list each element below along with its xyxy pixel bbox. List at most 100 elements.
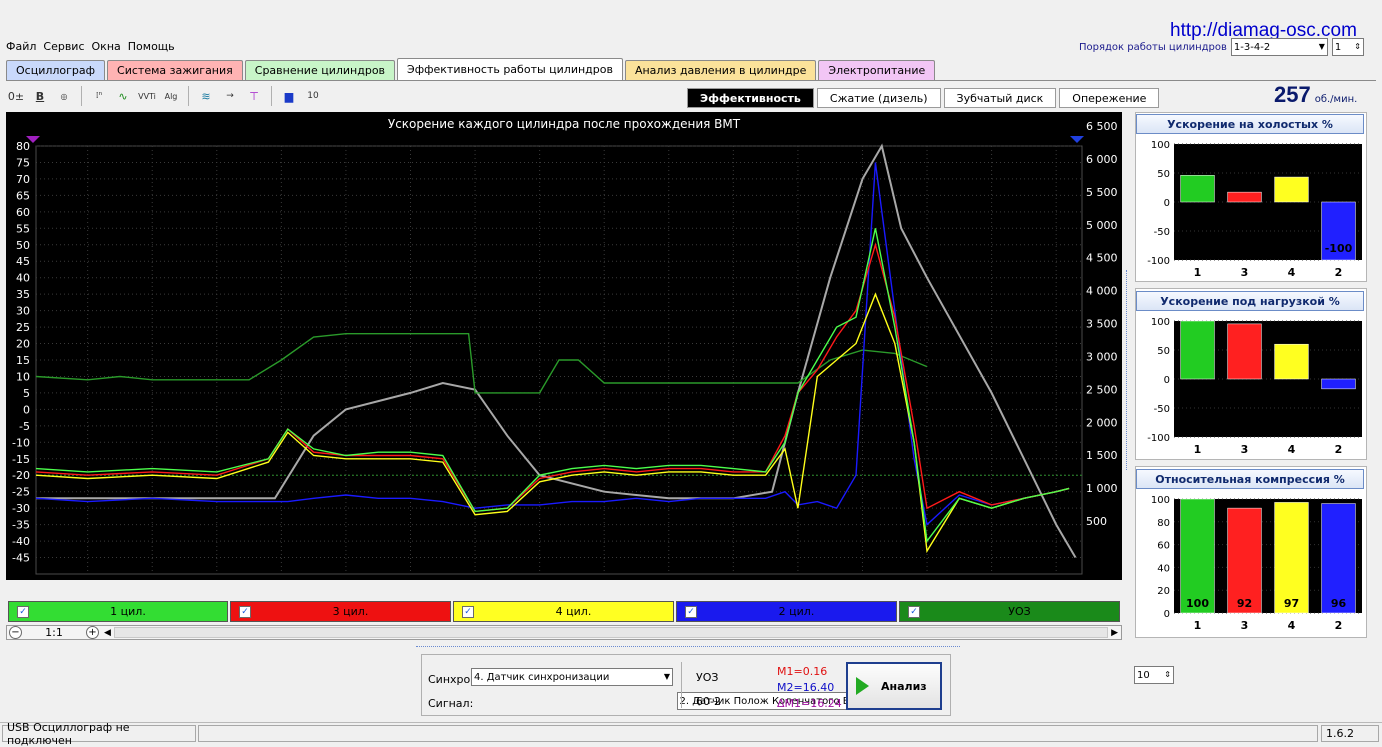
y-right-tick-label: 5 500 (1086, 186, 1118, 199)
bar-1 (1180, 498, 1215, 614)
bar-y-tick: -50 (1154, 404, 1170, 415)
cylinder-numbers-icon[interactable]: ⁞ⁿ (89, 86, 109, 106)
y-left-tick-label: -10 (12, 436, 30, 449)
sync-select[interactable]: 4. Датчик синхронизации ▼ (471, 668, 673, 686)
zoom-in-icon[interactable]: + (86, 626, 99, 639)
x-tick-label: 4 (278, 579, 285, 580)
zero-offset-icon[interactable]: 0± (6, 86, 26, 106)
y-right-tick-label: 4 500 (1086, 252, 1118, 265)
wave-green-icon[interactable]: ∿ (113, 86, 133, 106)
bar-4 (1274, 176, 1309, 203)
efficiency-chart[interactable]: 80 75 70 65 60 55 50 45 40 35 30 25 20 15 10 5 0 -5 -10 -15… (6, 112, 1122, 592)
bar-category-label: 2 (1335, 619, 1343, 632)
legend-cyl-1[interactable]: ✓ 1 цил. (8, 601, 228, 622)
bar-y-tick: 100 (1151, 495, 1170, 506)
zoom-out-icon[interactable]: − (9, 626, 22, 639)
y-left-tick-label: -20 (12, 469, 30, 482)
subtab-tooth-disk[interactable]: Зубчатый диск (943, 88, 1057, 108)
y-left-tick-label: 35 (16, 288, 30, 301)
bar-2 (1321, 378, 1356, 390)
menu-windows[interactable]: Окна (92, 40, 121, 56)
cylinder-spinner[interactable]: 1 ⇕ (1331, 38, 1364, 56)
bar-y-tick: 40 (1157, 563, 1170, 574)
side-splitter-handle[interactable] (1126, 270, 1132, 470)
analyze-button[interactable]: Анализ (846, 662, 942, 710)
checkbox-checked-icon[interactable]: ✓ (908, 605, 920, 618)
ten-icon[interactable]: 10 (303, 86, 323, 106)
horizontal-scrollbar[interactable] (113, 627, 1109, 638)
y-left-tick-label: -30 (12, 502, 30, 515)
menu-bar: Файл Сервис Окна Помощь (6, 40, 175, 56)
rpm-readout: 257 об./мин. (1274, 82, 1357, 108)
legend-label: 2 цил. (778, 605, 815, 618)
subtab-advance[interactable]: Опережение (1059, 88, 1160, 108)
bar-y-tick: 20 (1157, 586, 1170, 597)
bar-value-label: -100 (1325, 242, 1353, 255)
x-tick-label: 5 (342, 579, 349, 580)
chart-series (35, 143, 1077, 559)
legend-cyl-4[interactable]: ✓ 4 цил. (453, 601, 674, 622)
subtab-efficiency[interactable]: Эффективность (687, 88, 814, 108)
legend-cyl-2[interactable]: ✓ 2 цил. (676, 601, 897, 622)
markers-icon[interactable]: ⊤ (244, 86, 264, 106)
y-left-tick-label: 0 (23, 403, 30, 416)
tab-cylinder-efficiency[interactable]: Эффективность работы цилиндров (397, 58, 623, 80)
tab-oscilloscope[interactable]: Осциллограф (6, 60, 106, 80)
legend-label: УОЗ (1008, 605, 1031, 618)
filter-icon[interactable]: ≋ (196, 86, 216, 106)
bar-category-label: 3 (1241, 266, 1249, 279)
uoz-label: УОЗ (696, 671, 719, 684)
bar-y-tick: -100 (1147, 433, 1170, 444)
x-tick-label: 11 (726, 579, 740, 580)
subtab-compression-diesel[interactable]: Сжатие (дизель) (816, 88, 941, 108)
scroll-right-icon[interactable]: ▶ (1111, 628, 1118, 638)
checkbox-checked-icon[interactable]: ✓ (462, 605, 474, 618)
tab-pressure-analysis[interactable]: Анализ давления в цилиндре (624, 60, 817, 80)
bold-b-icon[interactable]: B (30, 86, 50, 106)
y-left-tick-label: 70 (16, 173, 30, 186)
firing-order-select[interactable]: 1-3-4-2 ▼ (1230, 38, 1328, 56)
spinner-arrows-icon: ⇕ (1164, 670, 1171, 679)
bar-category-label: 1 (1194, 619, 1202, 632)
tab-ignition[interactable]: Система зажигания (107, 60, 243, 80)
arrow-1234-icon[interactable]: → (220, 86, 240, 106)
rpm-icon[interactable]: ◎ (54, 86, 74, 106)
algorithm-half-icon[interactable]: Alg (161, 86, 181, 106)
bar-category-label: 4 (1288, 619, 1296, 632)
menu-service[interactable]: Сервис (43, 40, 84, 56)
checkbox-checked-icon[interactable]: ✓ (17, 605, 29, 618)
vvti-icon[interactable]: VVTi (137, 86, 157, 106)
marker-m2: M2=16.40 (777, 681, 835, 694)
menu-file[interactable]: Файл (6, 40, 36, 56)
y-left-tick-label: -45 (12, 552, 30, 565)
version-label: 1.6.2 (1321, 725, 1379, 742)
legend-cyl-3[interactable]: ✓ 3 цил. (230, 601, 451, 622)
bar-category-label: 3 (1241, 443, 1249, 456)
bar-category-label: 2 (1335, 266, 1343, 279)
uoz-spinner[interactable]: 10 ⇕ (1134, 666, 1174, 684)
legend-uoz[interactable]: ✓ УОЗ (899, 601, 1120, 622)
checkbox-checked-icon[interactable]: ✓ (239, 605, 251, 618)
x-tick-label: 3 (213, 579, 220, 580)
bar-chart-icon[interactable]: ▆ (279, 86, 299, 106)
x-tick-label: 6 (407, 579, 414, 580)
scroll-left-icon[interactable]: ◀ (104, 628, 111, 638)
y-left-tick-label: 45 (16, 255, 30, 268)
y-left-tick-label: 60 (16, 206, 30, 219)
firing-order-control: Порядок работы цилиндров 1-3-4-2 ▼ 1 ⇕ (1079, 38, 1364, 56)
tab-power-supply[interactable]: Электропитание (818, 60, 936, 80)
checkbox-checked-icon[interactable]: ✓ (685, 605, 697, 618)
load-accel-title: Ускорение под нагрузкой % (1136, 291, 1364, 311)
connection-status: USB Осциллограф не подключен (2, 721, 196, 747)
zoom-level: 1:1 (45, 626, 63, 639)
bar-category-label: 1 (1194, 443, 1202, 456)
right-marker-icon[interactable] (1070, 136, 1084, 143)
y-right-tick-label: 3 000 (1086, 350, 1118, 363)
y-right-tick-label: 5 000 (1086, 219, 1118, 232)
spinner-arrows-icon: ⇕ (1354, 42, 1361, 51)
menu-help[interactable]: Помощь (128, 40, 175, 56)
bar-y-tick: -100 (1147, 256, 1170, 267)
tab-cylinder-compare[interactable]: Сравнение цилиндров (244, 60, 396, 80)
x-tick-label: 16 (1049, 579, 1063, 580)
splitter-handle[interactable] (416, 646, 960, 652)
